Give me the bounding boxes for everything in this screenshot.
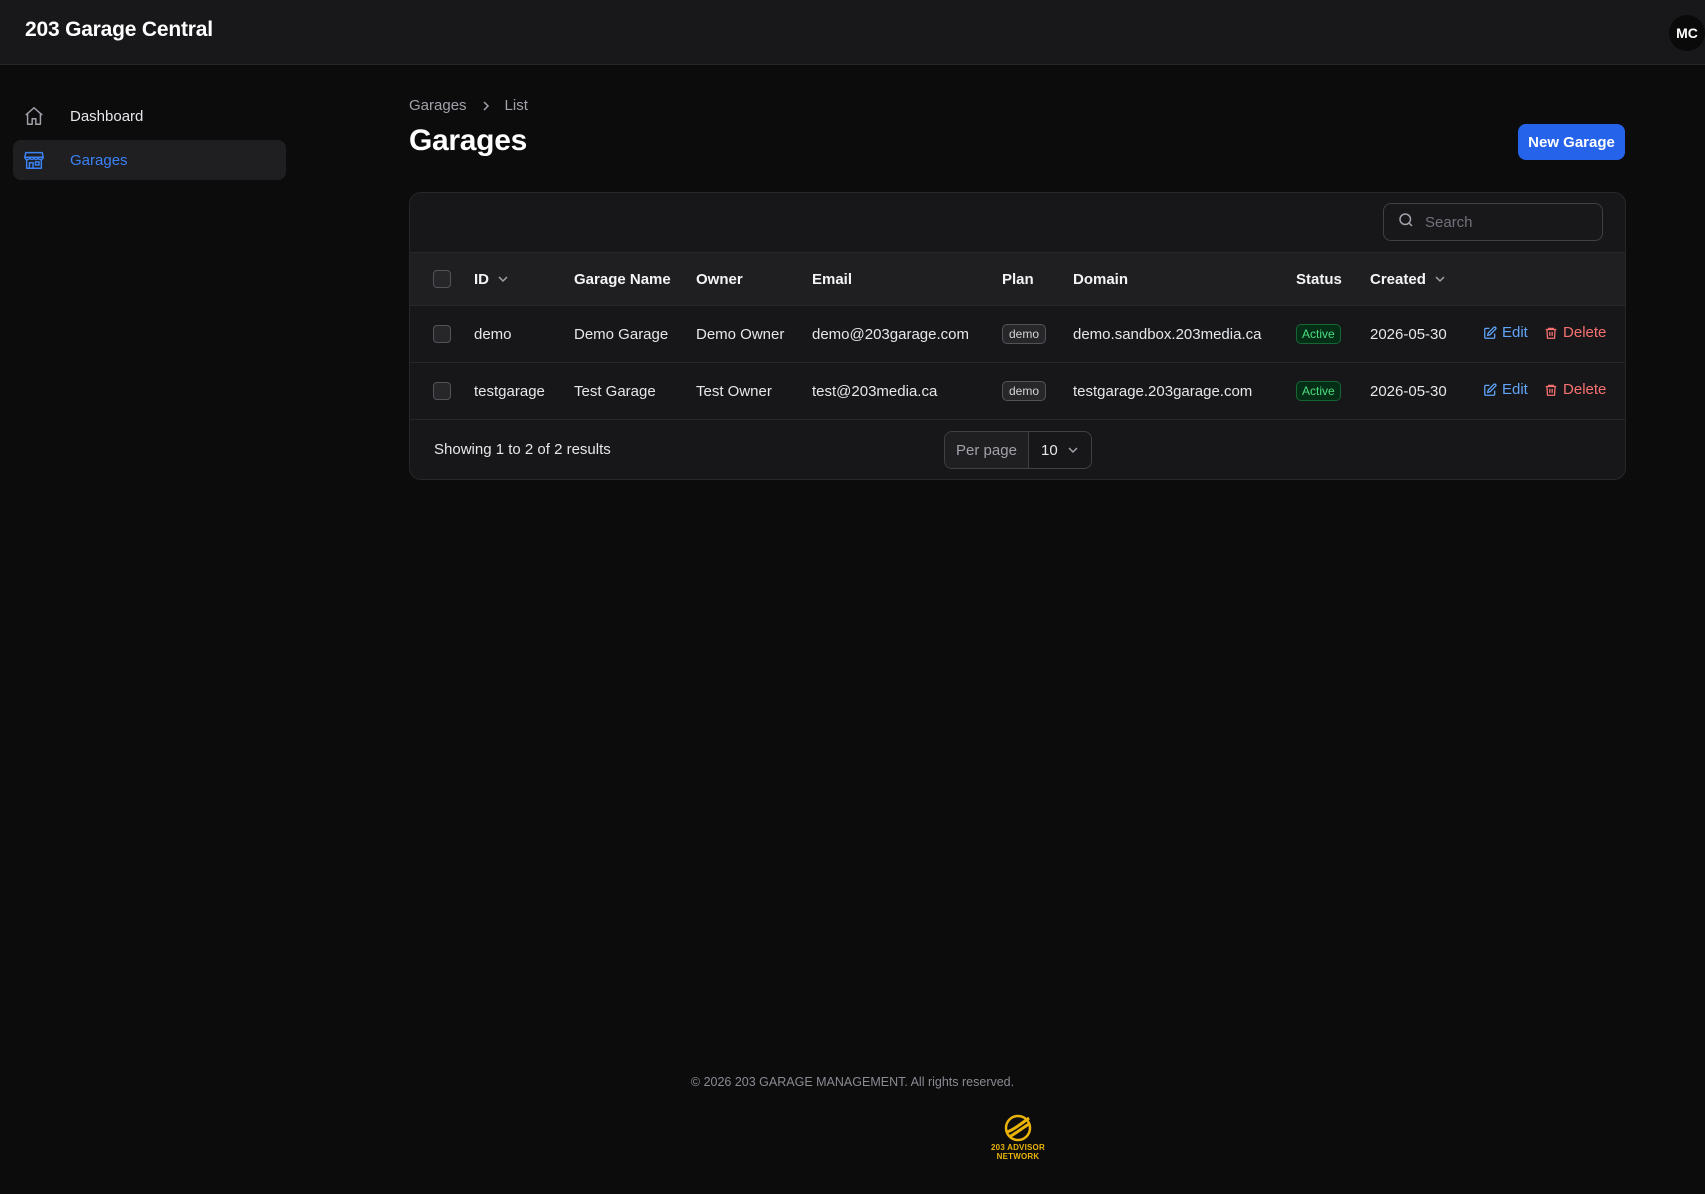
cell-id: testgarage [474,382,545,400]
column-header-created[interactable]: Created [1370,271,1446,288]
per-page-select[interactable]: Per page 10 [944,431,1092,469]
chevron-right-icon [481,100,491,112]
cell-id: demo [474,325,512,343]
cell-garage-name: Demo Garage [574,325,669,343]
cell-domain: testgarage.203garage.com [1073,382,1253,400]
chevron-down-icon [498,276,508,283]
sidebar: Dashboard Garages [13,96,286,184]
garages-table-card: ID Garage Name Owner Email Plan Domain S… [409,192,1626,480]
column-header-id[interactable]: ID [474,271,509,288]
chevron-down-icon [1435,276,1445,283]
garages-table: ID Garage Name Owner Email Plan Domain S… [410,252,1625,420]
select-all-checkbox[interactable] [433,270,451,289]
breadcrumb-current: List [504,97,528,114]
column-header-email: Email [812,270,853,288]
new-garage-button[interactable]: New Garage [1518,124,1625,160]
table-row: demo Demo Garage Demo Owner demo@203gara… [410,306,1625,363]
row-checkbox[interactable] [433,382,451,401]
search-box[interactable] [1383,203,1603,241]
cell-email: demo@203garage.com [812,325,969,343]
sidebar-item-label: Garages [70,151,128,169]
cell-created: 2026-05-30 [1370,382,1447,400]
edit-button[interactable]: Edit [1483,381,1528,398]
results-summary: Showing 1 to 2 of 2 results [434,441,611,458]
column-header-plan: Plan [1002,270,1034,288]
logo-line-1: 203 ADVISOR [991,1143,1045,1152]
page-title: Garages [409,124,527,157]
delete-button[interactable]: Delete [1544,324,1606,341]
chevron-down-icon [1068,447,1078,454]
search-icon [1397,211,1415,234]
edit-label: Edit [1502,324,1528,342]
edit-button[interactable]: Edit [1483,324,1528,341]
per-page-value: 10 [1041,441,1058,459]
column-header-domain: Domain [1073,270,1129,288]
column-header-owner: Owner [696,270,743,288]
delete-label: Delete [1563,324,1607,342]
delete-label: Delete [1563,381,1607,399]
top-bar: 203 Garage Central MC [0,0,1705,65]
edit-label: Edit [1502,381,1528,399]
per-page-label: Per page [945,432,1029,468]
plan-badge: demo [1002,381,1047,401]
cell-garage-name: Test Garage [574,382,656,400]
cell-owner: Demo Owner [696,325,785,343]
globe-logo-icon [1004,1114,1032,1142]
logo-line-2: NETWORK [996,1152,1040,1161]
search-input[interactable] [1425,213,1595,231]
trash-icon [1545,327,1557,339]
column-label: Created [1370,270,1426,288]
column-label: ID [474,270,489,288]
delete-button[interactable]: Delete [1544,381,1606,398]
building-storefront-icon [22,148,46,172]
pagination-bar: Showing 1 to 2 of 2 results Per page 10 [410,420,1625,479]
edit-icon [1484,383,1497,396]
column-header-status: Status [1296,270,1342,288]
cell-email: test@203media.ca [812,382,938,400]
sidebar-item-dashboard[interactable]: Dashboard [13,96,286,136]
cell-created: 2026-05-30 [1370,325,1447,343]
column-header-actions [1483,253,1625,306]
trash-icon [1545,384,1557,396]
status-badge: Active [1296,381,1341,401]
edit-icon [1484,326,1497,339]
table-row: testgarage Test Garage Test Owner test@2… [410,363,1625,420]
home-icon [22,104,46,128]
cell-owner: Test Owner [696,382,772,400]
plan-badge: demo [1002,324,1047,344]
column-header-garage-name: Garage Name [574,270,671,288]
row-checkbox[interactable] [433,325,451,344]
per-page-dropdown[interactable]: 10 [1029,432,1091,468]
advisor-network-logo: 203 ADVISOR NETWORK [988,1113,1048,1163]
app-title: 203 Garage Central [25,18,213,41]
table-header-row: ID Garage Name Owner Email Plan Domain S… [410,252,1625,306]
sidebar-item-label: Dashboard [70,107,144,125]
breadcrumb-parent[interactable]: Garages [409,97,467,114]
copyright-text: © 2026 203 GARAGE MANAGEMENT. All rights… [690,1075,1015,1089]
avatar[interactable]: MC [1669,15,1705,51]
sidebar-item-garages[interactable]: Garages [13,140,286,180]
cell-domain: demo.sandbox.203media.ca [1073,325,1262,343]
breadcrumb: Garages List [409,97,528,114]
status-badge: Active [1296,324,1341,344]
